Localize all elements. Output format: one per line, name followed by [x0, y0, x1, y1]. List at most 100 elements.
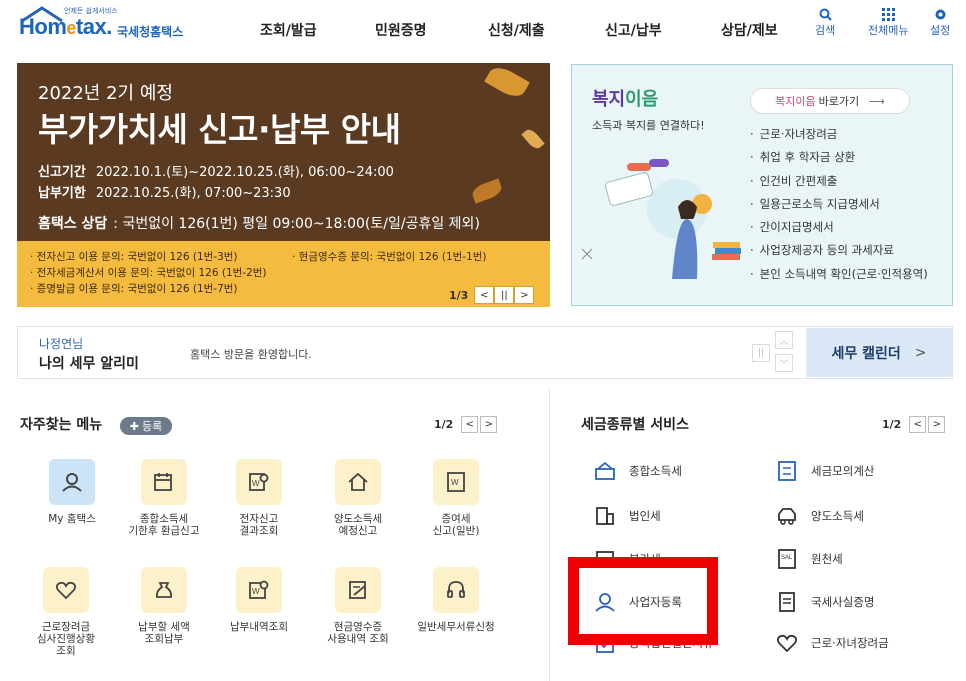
house-icon [335, 459, 381, 505]
alarm-up-button[interactable]: ︿ [775, 331, 793, 349]
banner-subtitle: 2022년 2기 예정 [38, 83, 173, 104]
service-earned-income-child-credit[interactable]: 근로·자녀장려금 [775, 630, 889, 656]
search-button[interactable]: 검색 [815, 8, 835, 38]
svg-text:SAL: SAL [781, 555, 793, 561]
banner-next-button[interactable]: > [514, 286, 535, 304]
service-corporate-tax[interactable]: 법인세 [593, 503, 661, 529]
welfare-shortcut-button[interactable]: 복지이음 바로가기 ⟶ [750, 88, 910, 114]
fav-label: 납부내역조회 [230, 621, 288, 633]
user-icon [49, 459, 95, 505]
favorites-pager: 1/2 < > [434, 416, 498, 433]
welfare-list: 근로·자녀장려금 취업 후 학자금 상환 인건비 간편제출 일용근로소득 지급명… [750, 123, 928, 286]
leaf-decoration [470, 178, 504, 204]
services-prev-button[interactable]: < [909, 416, 927, 433]
fav-label: 근로장려금 심사진행상황 조회 [37, 621, 95, 657]
vat-banner[interactable]: 2022년 2기 예정 부가가치세 신고·납부 안내 신고기간 2022.10.1… [17, 63, 550, 307]
nav-apply-submit[interactable]: 신청/제출 [488, 20, 545, 40]
welfare-description: 소득과 복지를 연결하다! [592, 119, 705, 132]
car-icon [775, 505, 799, 527]
services-title: 세금종류별 서비스 [581, 417, 689, 433]
fav-label: 종합소득세 기한후 환급신고 [128, 513, 200, 537]
banner-pause-button[interactable]: || [494, 286, 515, 304]
alarm-down-button[interactable]: ﹀ [775, 354, 793, 372]
all-menu-button[interactable]: 전체메뉴 [868, 8, 908, 38]
fav-cash-receipt-history[interactable]: 현금영수증 사용내역 조회 [313, 567, 403, 645]
tax-calendar-button[interactable]: 세무 캘린더 > [806, 328, 952, 377]
leaf-decoration [521, 126, 545, 152]
service-withholding-tax[interactable]: SAL 원천세 [775, 546, 843, 572]
welfare-illustration [581, 159, 741, 279]
fav-tax-payable-inquiry[interactable]: 납부할 세액 조회납부 [119, 567, 209, 645]
banner-pager: 1/3 < || > [449, 286, 535, 304]
calendar-icon [141, 459, 187, 505]
fav-income-tax-late-refund[interactable]: 종합소득세 기한후 환급신고 [119, 459, 209, 537]
fav-earned-income-credit-status[interactable]: 근로장려금 심사진행상황 조회 [21, 567, 111, 657]
favorites-prev-button[interactable]: < [461, 416, 479, 433]
headset-icon [433, 567, 479, 613]
banner-info-line: · 현금영수증 문의: 국번없이 126 (1번-1번) [292, 251, 487, 263]
fav-transfer-tax-pre-report[interactable]: 양도소득세 예정신고 [313, 459, 403, 537]
fav-label: 현금영수증 사용내역 조회 [327, 621, 389, 645]
plus-icon: ✚ [129, 419, 139, 433]
welfare-item[interactable]: 본인 소득내역 확인(근로·인적용역) [750, 263, 928, 286]
receipt-search-icon: W [236, 567, 282, 613]
banner-period-pay: 납부기한 2022.10.25.(화), 07:00~23:30 [38, 186, 291, 201]
fav-general-tax-document[interactable]: 일반세무서류신청 [411, 567, 501, 633]
welfare-item[interactable]: 일용근로소득 지급명세서 [750, 193, 928, 216]
welfare-item[interactable]: 인건비 간편제출 [750, 170, 928, 193]
favorites-title: 자주찾는 메뉴 [20, 417, 103, 433]
search-icon [815, 8, 835, 22]
nav-consult-report[interactable]: 상담/제보 [721, 20, 778, 40]
logo-subtitle[interactable]: 국세청홈택스 [117, 23, 183, 40]
service-tax-simulation[interactable]: 세금모의계산 [775, 458, 874, 484]
nav-report-pay[interactable]: 신고/납부 [605, 20, 662, 40]
gear-icon [930, 8, 950, 22]
banner-period-report: 신고기간 2022.10.1.(토)~2022.10.25.(화), 06:00~… [38, 165, 394, 180]
banner-title: 부가가치세 신고·납부 안내 [38, 110, 401, 149]
services-page-indicator: 1/2 [882, 418, 902, 431]
section-divider [549, 389, 550, 681]
fav-payment-history[interactable]: W 납부내역조회 [214, 567, 304, 633]
fav-label: 일반세무서류신청 [417, 621, 495, 633]
fav-my-hometax[interactable]: My 홈택스 [27, 459, 117, 525]
favorites-next-button[interactable]: > [480, 416, 498, 433]
welfare-item[interactable]: 취업 후 학자금 상환 [750, 146, 928, 169]
svg-text:W: W [252, 587, 260, 596]
arrow-right-icon: ⟶ [869, 94, 885, 108]
banner-info-panel: · 전자신고 이용 문의: 국번없이 126 (1번-3번) · 현금영수증 문… [17, 241, 550, 307]
alarm-pause-button[interactable]: || [752, 344, 770, 362]
fav-gift-tax-report[interactable]: W 증여세 신고(일반) [411, 459, 501, 537]
banner-contact: 홈택스 상담: 국번없이 126(1번) 평일 09:00~18:00(토/일/… [38, 216, 480, 232]
nav-inquiry-issue[interactable]: 조회/발급 [260, 20, 317, 40]
alarm-title: 나의 세무 알리미 [39, 356, 139, 372]
receipt-edit-icon [335, 567, 381, 613]
welfare-title: 복지이음 [592, 89, 659, 110]
welfare-panel: 복지이음 소득과 복지를 연결하다! 복지이음바로가기 ⟶ 근로·자녀장려금 취… [571, 64, 953, 306]
service-tax-fact-certificate[interactable]: 국세사실증명 [775, 589, 874, 615]
document-icon [775, 591, 799, 613]
user-name: 나정연님 [39, 337, 84, 351]
favorites-register-button[interactable]: ✚ 등록 [120, 417, 172, 435]
logo[interactable]: Hometax. [19, 14, 112, 40]
document-w-icon: W [433, 459, 479, 505]
service-transfer-income-tax[interactable]: 양도소득세 [775, 503, 864, 529]
settings-button[interactable]: 설정 [930, 8, 950, 38]
fav-e-filing-result[interactable]: W 전자신고 결과조회 [214, 459, 304, 537]
grid-icon [868, 8, 908, 22]
leaf-decoration [484, 63, 530, 102]
fav-label: 납부할 세액 조회납부 [138, 621, 190, 645]
svg-text:W: W [451, 478, 459, 487]
welfare-item[interactable]: 근로·자녀장려금 [750, 123, 928, 146]
highlight-box [568, 557, 718, 645]
services-next-button[interactable]: > [928, 416, 946, 433]
welfare-item[interactable]: 사업장제공자 등의 과세자료 [750, 239, 928, 262]
nav-civil-certificate[interactable]: 민원증명 [375, 20, 427, 40]
favorites-page-indicator: 1/2 [434, 418, 454, 431]
welfare-item[interactable]: 간이지급명세서 [750, 216, 928, 239]
banner-prev-button[interactable]: < [474, 286, 495, 304]
banner-page-indicator: 1/3 [449, 288, 469, 302]
banner-info-line: · 증명발급 이용 문의: 국번없이 126 (1번-7번) [30, 283, 238, 295]
heart-check-icon [43, 567, 89, 613]
fav-label: 전자신고 결과조회 [239, 513, 279, 537]
service-comprehensive-income-tax[interactable]: 종합소득세 [593, 458, 682, 484]
